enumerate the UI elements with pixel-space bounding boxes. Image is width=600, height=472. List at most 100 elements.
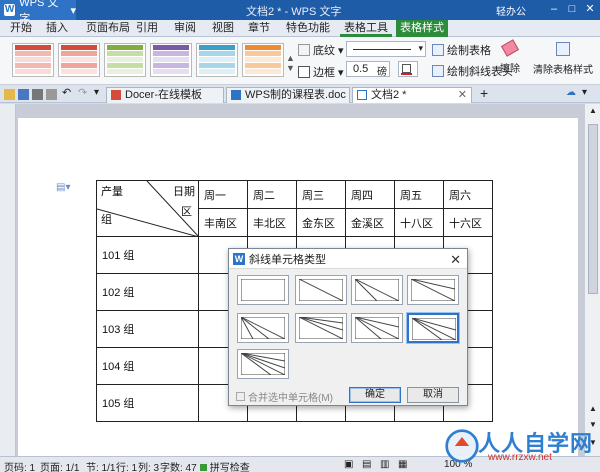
table-cell-day[interactable]: 周四 — [345, 180, 395, 209]
scroll-up-icon[interactable]: ▲ — [589, 106, 597, 115]
doc-tab-document2[interactable]: 文档2 * ✕ — [352, 87, 472, 103]
spell-check-icon — [200, 464, 207, 471]
ribbon-tabs: 开始 插入 页面布局 引用 审阅 视图 章节 特色功能 表格工具 表格样式 — [0, 20, 600, 37]
merge-cells-checkbox[interactable]: 合并选中单元格(M) — [236, 389, 333, 404]
draw-table-button[interactable]: 绘制表格 — [432, 42, 491, 58]
cancel-button[interactable]: 取消 — [407, 387, 459, 403]
spell-check-toggle[interactable]: 拼写检查 — [200, 459, 250, 472]
close-icon[interactable]: ✕ — [582, 2, 598, 16]
watermark-url: www.rrzxw.net — [488, 452, 552, 463]
status-page: 页码: 1 — [4, 463, 36, 472]
style-gallery-scroll-icon[interactable]: ▲ ▼ — [286, 53, 295, 73]
print-icon[interactable] — [32, 89, 43, 100]
eraser-icon — [500, 39, 520, 57]
table-style-swatch-purple[interactable] — [150, 43, 192, 77]
diagonal-header-cell[interactable]: 产量 日期 区 组 — [96, 180, 199, 237]
quick-access-menu-icon[interactable]: ▾ — [94, 87, 99, 98]
doc-tab-docer[interactable]: Docer-在线模板 — [106, 87, 224, 103]
table-cell-district[interactable]: 金溪区 — [345, 208, 395, 237]
table-cell-group[interactable]: 102 组 — [96, 273, 199, 311]
diag-option-fan-right[interactable] — [295, 313, 347, 343]
table-cell-district[interactable]: 金东区 — [296, 208, 346, 237]
draw-table-icon — [432, 44, 444, 56]
tab-features[interactable]: 特色功能 — [282, 20, 334, 37]
vertical-scrollbar[interactable]: ▲ ▲ ▼ ▼ — [584, 104, 600, 456]
table-cell-day[interactable]: 周五 — [394, 180, 444, 209]
table-style-swatch-blue[interactable] — [12, 43, 54, 77]
redo-icon[interactable]: ↷ — [78, 86, 87, 99]
table-cell-district[interactable]: 十八区 — [394, 208, 444, 237]
scroll-thumb[interactable] — [588, 124, 598, 294]
print-preview-icon[interactable] — [46, 89, 57, 100]
paragraph-handle-icon[interactable]: ▤▾ — [56, 182, 70, 193]
table-cell-day[interactable]: 周一 — [198, 180, 248, 209]
tab-list-icon[interactable]: ▾ — [582, 87, 587, 98]
maximize-icon[interactable]: □ — [564, 2, 580, 16]
table-cell-day[interactable]: 周六 — [443, 180, 493, 209]
close-icon[interactable]: ✕ — [450, 252, 461, 268]
tab-review[interactable]: 审阅 — [170, 20, 200, 37]
diag-option-two-top[interactable] — [407, 275, 459, 305]
document-icon — [357, 90, 367, 100]
clear-table-style-button[interactable]: 清除表格样式 — [530, 42, 596, 76]
view-mode-print-icon[interactable]: ▣ — [344, 459, 353, 470]
tab-chapter[interactable]: 章节 — [244, 20, 274, 37]
new-tab-icon[interactable]: + — [480, 85, 488, 101]
diag-option-mixed[interactable] — [351, 313, 403, 343]
diagonal-header-icon — [432, 65, 444, 77]
tab-insert[interactable]: 插入 — [42, 20, 72, 37]
table-cell-group[interactable]: 101 组 — [96, 236, 199, 274]
table-cell-day[interactable]: 周三 — [296, 180, 346, 209]
table-cell-day[interactable]: 周二 — [247, 180, 297, 209]
line-style-select[interactable]: ▾ — [346, 41, 426, 57]
app-menu-button[interactable]: W WPS 文字 ▾ — [0, 0, 76, 25]
docer-icon — [111, 90, 121, 100]
scroll-page-up-icon[interactable]: ▲ — [589, 404, 597, 413]
diag-option-single[interactable] — [295, 275, 347, 305]
diag-option-none[interactable] — [237, 275, 289, 305]
diag-option-fan-bottom[interactable] — [237, 313, 289, 343]
diag-option-three-selected[interactable] — [407, 313, 459, 343]
diag-option-two-right[interactable] — [351, 275, 403, 305]
minimize-icon[interactable]: – — [546, 2, 562, 16]
table-cell-group[interactable]: 104 组 — [96, 347, 199, 385]
table-cell-district[interactable]: 十六区 — [443, 208, 493, 237]
tab-start[interactable]: 开始 — [6, 20, 36, 37]
open-folder-icon[interactable] — [4, 89, 15, 100]
table-cell-group[interactable]: 103 组 — [96, 310, 199, 348]
doc-tab-schedule[interactable]: WPS制的课程表.doc — [226, 87, 350, 103]
view-mode-web-icon[interactable]: ▤ — [362, 459, 371, 470]
save-icon[interactable] — [18, 89, 29, 100]
paint-bucket-icon — [298, 44, 310, 56]
table-style-swatch-red[interactable] — [58, 43, 100, 77]
table-style-swatch-orange[interactable] — [242, 43, 284, 77]
status-col: 列: 3 — [138, 463, 160, 472]
user-label[interactable]: 轻办公 — [496, 3, 526, 18]
tab-page-layout[interactable]: 页面布局 — [82, 20, 134, 37]
view-mode-outline-icon[interactable]: ▥ — [380, 459, 389, 470]
cloud-icon[interactable]: ☁ — [566, 87, 576, 98]
close-tab-icon[interactable]: ✕ — [458, 88, 467, 102]
table-cell-district[interactable]: 丰北区 — [247, 208, 297, 237]
table-cell-district[interactable]: 丰南区 — [198, 208, 248, 237]
border-button[interactable]: 边框 ▾ — [298, 64, 344, 80]
tab-table-style[interactable]: 表格样式 — [396, 20, 448, 37]
wps-logo-icon: W — [233, 252, 245, 265]
table-cell-group[interactable]: 105 组 — [96, 384, 199, 422]
diag-option-fan-four[interactable] — [237, 349, 289, 379]
tab-view[interactable]: 视图 — [208, 20, 238, 37]
title-bar: W WPS 文字 ▾ 文档2 * - WPS 文字 轻办公 – □ ✕ — [0, 0, 600, 25]
tab-references[interactable]: 引用 — [132, 20, 162, 37]
pen-color-button[interactable] — [398, 61, 418, 77]
shading-button[interactable]: 底纹 ▾ — [298, 42, 344, 58]
table-style-swatch-green[interactable] — [104, 43, 146, 77]
clear-style-icon — [556, 42, 570, 56]
table-style-swatch-cyan[interactable] — [196, 43, 238, 77]
view-mode-reading-icon[interactable]: ▦ — [398, 459, 407, 470]
undo-icon[interactable]: ↶ — [62, 86, 71, 99]
window-title: 文档2 * - WPS 文字 — [246, 6, 342, 18]
erase-button[interactable]: 擦除 — [498, 39, 522, 75]
status-pages: 页面: 1/1 — [40, 463, 80, 472]
tab-table-tools[interactable]: 表格工具 — [340, 20, 392, 37]
ok-button[interactable]: 确定 — [349, 387, 401, 403]
